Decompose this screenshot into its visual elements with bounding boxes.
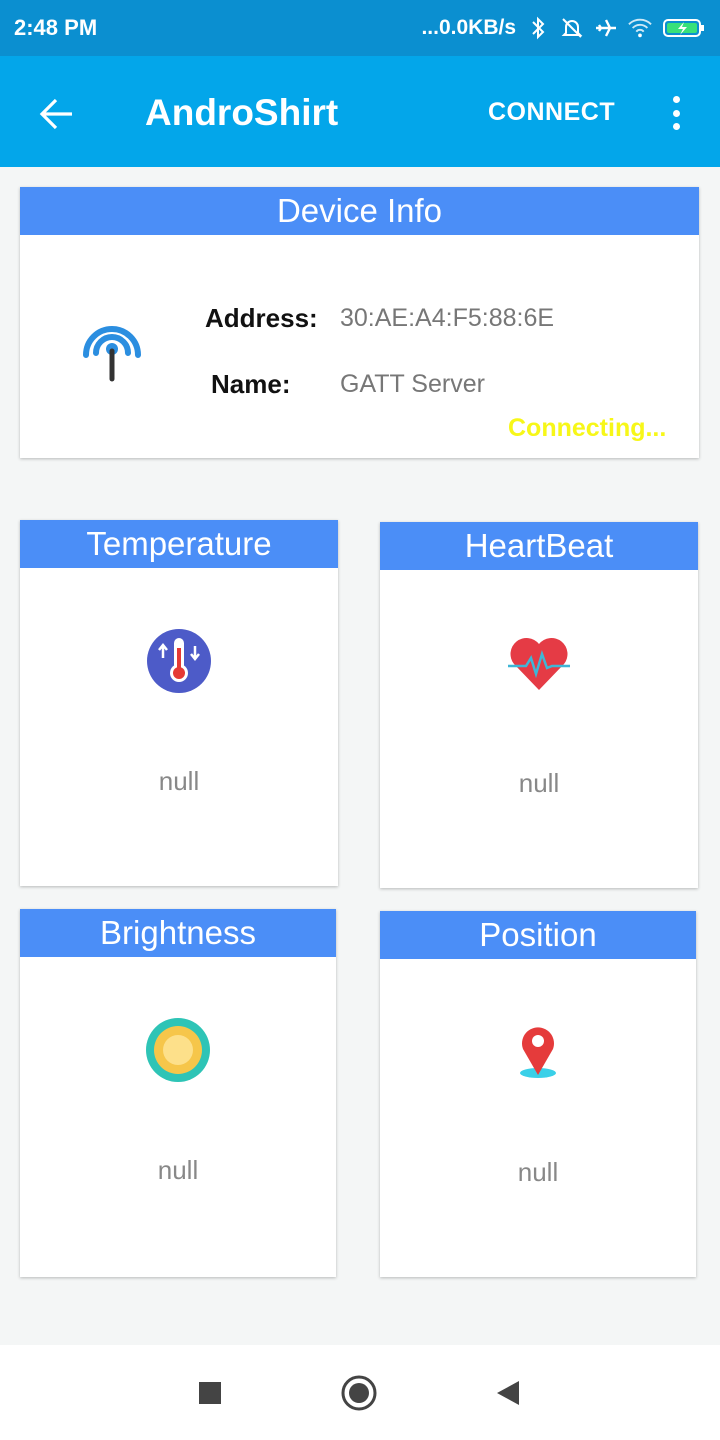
connection-status: Connecting... [508,414,667,442]
heartbeat-card: HeartBeat null [380,522,698,888]
battery-charging-icon [662,16,706,40]
airplane-icon [594,16,618,40]
connect-button[interactable]: CONNECT [488,98,615,127]
more-options-button[interactable] [660,92,692,134]
app-bar: AndroShirt CONNECT [0,56,720,167]
device-info-header: Device Info [20,187,699,235]
status-time: 2:48 PM [14,15,98,40]
home-circle-icon [341,1375,377,1411]
device-info-card: Device Info Address: 30:AE:A4:F5:88:6E N… [20,187,699,458]
status-bar: 2:48 PM ...0.0KB/s [0,0,720,56]
wifi-icon [628,16,652,40]
back-nav-button[interactable] [490,1375,526,1411]
name-label: Name: [211,369,291,399]
heartbeat-value: null [518,768,560,798]
mute-bell-icon [560,16,584,40]
address-label: Address: [205,303,318,333]
brightness-header: Brightness [20,909,336,957]
app-title: AndroShirt [145,92,339,133]
home-button[interactable] [341,1375,377,1411]
address-value: 30:AE:A4:F5:88:6E [340,304,555,332]
brightness-value: null [157,1155,199,1185]
network-speed: ...0.0KB/s [421,16,516,39]
temperature-value: null [158,766,200,796]
name-value: GATT Server [340,370,485,398]
status-icons: ...0.0KB/s [421,16,706,40]
sun-icon [145,1017,211,1083]
navigation-bar [0,1345,720,1440]
position-card: Position null [380,911,696,1277]
back-button[interactable] [28,86,84,142]
location-pin-icon [505,1019,571,1085]
signal-tower-icon [78,315,146,383]
back-triangle-icon [497,1381,519,1405]
bluetooth-icon [526,16,550,40]
position-value: null [517,1157,559,1187]
thermometer-icon [146,628,212,694]
temperature-header: Temperature [20,520,338,568]
arrow-left-icon [39,98,72,130]
temperature-card: Temperature null [20,520,338,886]
heartbeat-header: HeartBeat [380,522,698,570]
brightness-card: Brightness null [20,909,336,1277]
recents-button[interactable] [192,1375,228,1411]
position-header: Position [380,911,696,959]
more-vert-icon [672,96,680,103]
recents-square-icon [199,1382,221,1404]
heart-pulse-icon [506,630,572,696]
